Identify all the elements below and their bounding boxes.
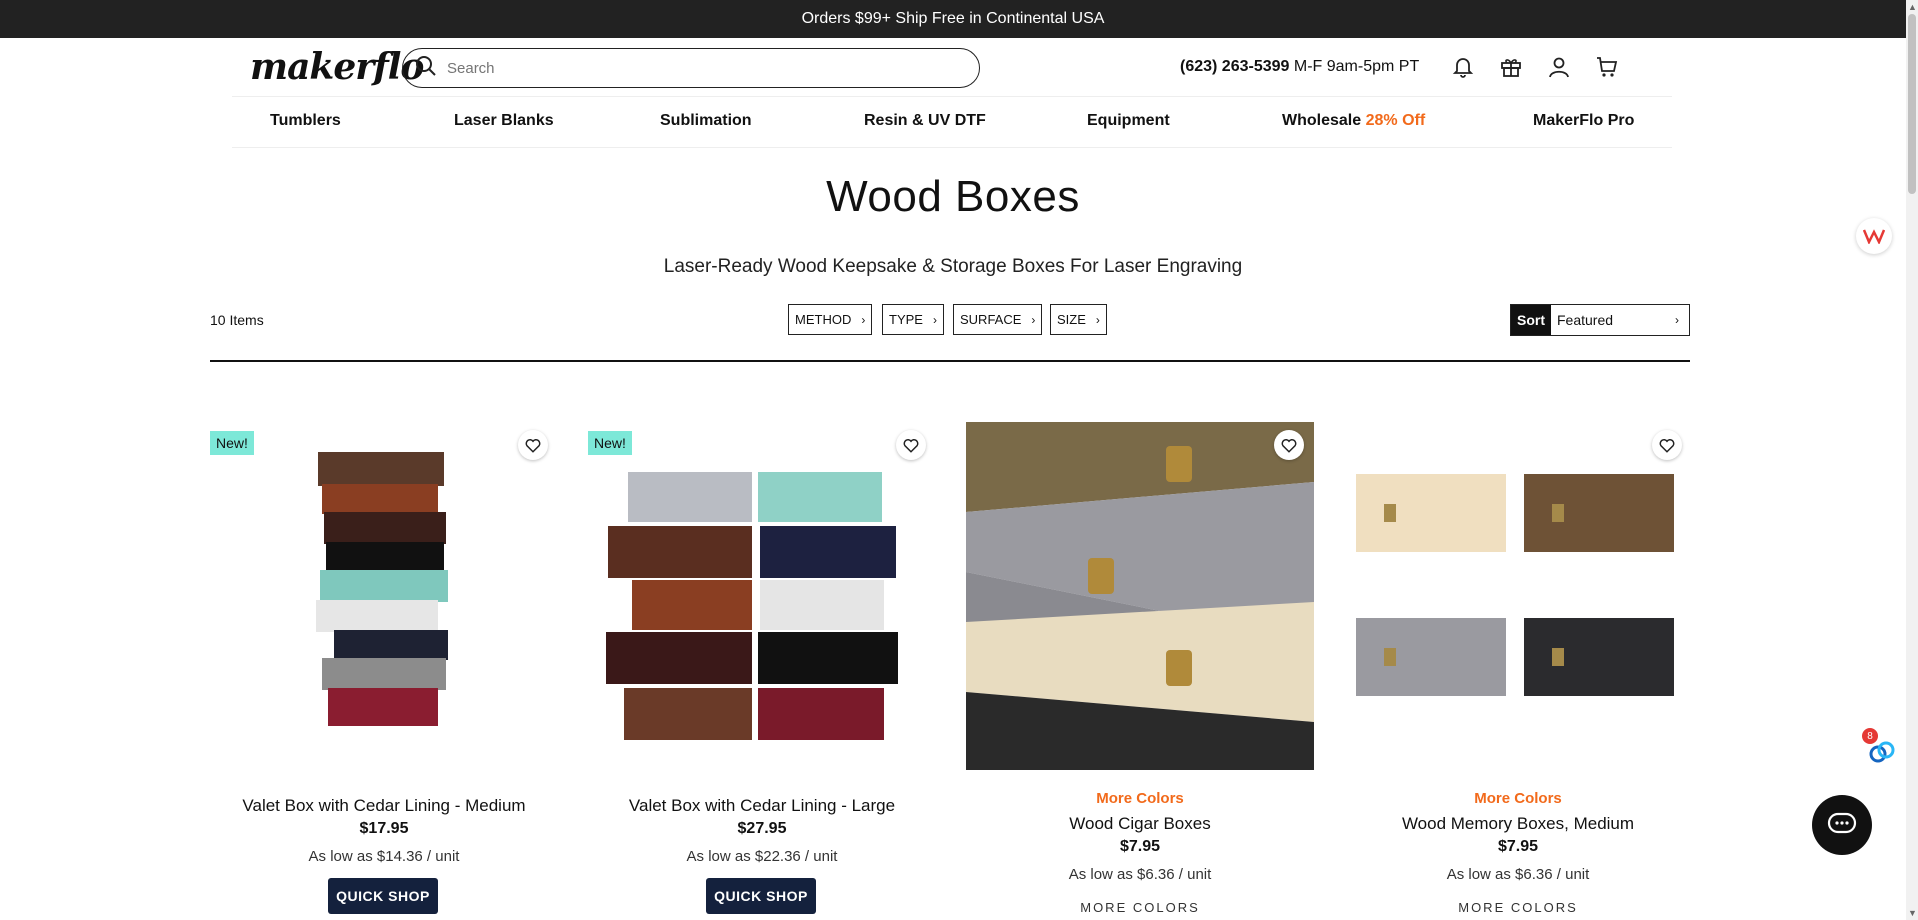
account-icon[interactable]	[1544, 52, 1574, 82]
nav-item-tumblers[interactable]: Tumblers	[270, 112, 341, 130]
chevron-right-icon: ›	[1675, 313, 1679, 327]
search-box[interactable]	[402, 48, 980, 88]
nav-wholesale-label: Wholesale	[1282, 112, 1362, 129]
product-bulk-price: As low as $14.36 / unit	[308, 848, 460, 865]
product-price: $17.95	[359, 820, 409, 837]
site-header: makerflo (623) 263-5399 M-F 9am-5pm PT	[0, 38, 1906, 98]
product-card[interactable]: New! Valet Box with Cedar Lining - Large…	[588, 422, 936, 920]
scrollbar-thumb[interactable]	[1908, 14, 1916, 194]
announcement-bar: Orders $99+ Ship Free in Continental USA	[0, 0, 1906, 38]
nav-item-sublimation[interactable]: Sublimation	[660, 112, 752, 130]
search-icon	[415, 55, 437, 82]
more-colors-link[interactable]: MORE COLORS	[966, 900, 1314, 915]
filter-label: SURFACE	[960, 312, 1022, 327]
contact-info: (623) 263-5399 M-F 9am-5pm PT	[1180, 58, 1419, 76]
product-image[interactable]: New!	[210, 422, 558, 770]
chevron-right-icon: ›	[1031, 312, 1036, 327]
filter-surface[interactable]: SURFACE ›	[953, 304, 1043, 335]
product-bulk-price: As low as $22.36 / unit	[686, 848, 838, 865]
product-card[interactable]: New! Valet Box with Cedar Lining - Mediu…	[210, 422, 558, 920]
nav-item-makerflo-pro[interactable]: MakerFlo Pro	[1533, 112, 1634, 130]
announcement-text: Orders $99+ Ship Free in Continental USA	[801, 10, 1105, 27]
chat-button[interactable]	[1812, 795, 1872, 855]
product-name[interactable]: Valet Box with Cedar Lining - Large	[588, 796, 936, 816]
filter-method[interactable]: METHOD ›	[788, 304, 873, 335]
product-image[interactable]	[966, 422, 1314, 770]
new-badge: New!	[588, 431, 632, 455]
main-nav: Tumblers Laser Blanks Sublimation Resin …	[232, 96, 1672, 148]
product-price: $27.95	[737, 820, 787, 837]
chat-icon	[1827, 812, 1857, 834]
nav-item-laser-blanks[interactable]: Laser Blanks	[454, 112, 554, 130]
search-input[interactable]	[447, 59, 947, 77]
rewards-widget-icon[interactable]	[1856, 218, 1892, 254]
nav-item-equipment[interactable]: Equipment	[1087, 112, 1170, 130]
sort-label: Sort	[1511, 305, 1551, 335]
sort-value: Featured	[1557, 312, 1614, 328]
phone-number[interactable]: (623) 263-5399	[1180, 58, 1289, 75]
widget-count-badge: 8	[1862, 728, 1878, 744]
cart-icon[interactable]	[1592, 52, 1622, 82]
nav-item-resin-uv-dtf[interactable]: Resin & UV DTF	[864, 112, 986, 130]
quick-shop-button[interactable]: QUICK SHOP	[706, 878, 816, 914]
bell-icon[interactable]	[1448, 52, 1478, 82]
chevron-right-icon: ›	[1095, 312, 1100, 327]
chevron-right-icon: ›	[932, 312, 937, 327]
product-name[interactable]: Valet Box with Cedar Lining - Medium	[210, 796, 558, 816]
wishlist-heart-icon[interactable]	[1274, 430, 1304, 460]
more-colors-link[interactable]: MORE COLORS	[1344, 900, 1692, 915]
quick-shop-button[interactable]: QUICK SHOP	[328, 878, 438, 914]
gift-icon[interactable]	[1496, 52, 1526, 82]
support-hours: M-F 9am-5pm PT	[1293, 58, 1420, 75]
chevron-right-icon: ›	[861, 312, 866, 327]
wishlist-heart-icon[interactable]	[1652, 430, 1682, 460]
product-bulk-price: As low as $6.36 / unit	[1446, 866, 1590, 883]
page-title: Wood Boxes	[826, 172, 1080, 221]
scroll-down-icon[interactable]: ▼	[1908, 908, 1917, 918]
product-bulk-price: As low as $6.36 / unit	[1068, 866, 1212, 883]
wishlist-heart-icon[interactable]	[518, 430, 548, 460]
product-name[interactable]: Wood Memory Boxes, Medium	[1344, 814, 1692, 834]
more-colors-tag: More Colors	[1474, 790, 1562, 807]
site-logo[interactable]: makerflo	[250, 46, 424, 88]
filter-label: METHOD	[795, 312, 852, 327]
product-image[interactable]: New!	[588, 422, 936, 770]
product-price: $7.95	[1119, 838, 1161, 855]
filter-size[interactable]: SIZE ›	[1050, 304, 1107, 335]
scroll-up-icon[interactable]: ▲	[1908, 2, 1917, 12]
filter-type[interactable]: TYPE ›	[882, 304, 944, 335]
filter-label: SIZE	[1057, 312, 1086, 327]
items-count: 10 Items	[210, 312, 264, 328]
product-card[interactable]: More Colors Wood Memory Boxes, Medium $7…	[1344, 422, 1692, 920]
page-subtitle: Laser-Ready Wood Keepsake & Storage Boxe…	[663, 256, 1243, 277]
extension-widget[interactable]: 8	[1862, 728, 1898, 768]
nav-item-wholesale[interactable]: Wholesale 28% Off	[1282, 112, 1425, 130]
more-colors-tag: More Colors	[1096, 790, 1184, 807]
divider	[210, 360, 1690, 362]
product-card[interactable]: More Colors Wood Cigar Boxes $7.95 As lo…	[966, 422, 1314, 920]
nav-wholesale-discount: 28% Off	[1365, 112, 1426, 129]
new-badge: New!	[210, 431, 254, 455]
page-scrollbar[interactable]: ▲ ▼	[1906, 0, 1918, 920]
sort-select[interactable]: Sort Featured ›	[1510, 304, 1690, 336]
filter-label: TYPE	[889, 312, 923, 327]
product-image[interactable]	[1344, 422, 1692, 770]
product-name[interactable]: Wood Cigar Boxes	[966, 814, 1314, 834]
product-price: $7.95	[1497, 838, 1539, 855]
wishlist-heart-icon[interactable]	[896, 430, 926, 460]
